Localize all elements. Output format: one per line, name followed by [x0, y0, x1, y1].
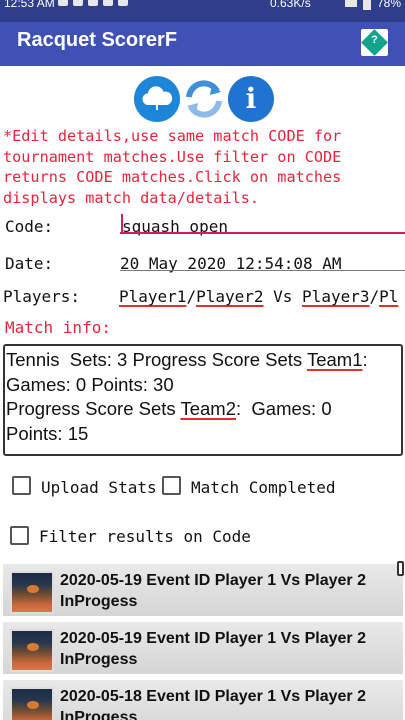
notification-icons [58, 0, 128, 6]
app-title: Racquet ScorerF [17, 29, 178, 51]
match-info-label: Match info: [5, 318, 111, 337]
notification-icon [118, 0, 128, 6]
cloud-upload-icon [142, 86, 173, 110]
network-speed: 0.63K/s [270, 0, 311, 10]
match-item-text: 2020-05-19 Event ID Player 1 Vs Player 2… [60, 571, 395, 612]
notification-icon [73, 0, 83, 6]
match-list[interactable]: 2020-05-19 Event ID Player 1 Vs Player 2… [0, 560, 405, 720]
match-thumbnail [10, 571, 54, 614]
player1-name: Player1 [119, 287, 187, 306]
notification-icon [103, 0, 113, 6]
status-time: 12:53 AM [4, 0, 55, 10]
match-thumbnail [10, 629, 54, 672]
match-completed-checkbox[interactable] [162, 476, 181, 495]
status-bar: 12:53 AM 0.63K/s 78% [0, 0, 405, 22]
player-separator: / [186, 287, 197, 306]
instructions-text: *Edit details,use same match CODE for to… [3, 127, 342, 207]
match-info-text: Progress Score Sets [6, 398, 181, 419]
filter-results-checkbox[interactable] [10, 526, 29, 545]
help-button[interactable]: ? [361, 29, 388, 56]
notification-icon [88, 0, 98, 6]
player2-name: Player2 [196, 287, 264, 306]
date-field-underline [120, 270, 405, 271]
vs-text: Vs [263, 287, 303, 306]
players-label: Players: [3, 287, 81, 306]
match-item-status: InProgess [60, 650, 138, 668]
date-label: Date: [5, 254, 54, 273]
sync-icon [186, 80, 222, 118]
match-item-title: 2020-05-19 Event ID Player 1 Vs Player 2 [60, 630, 366, 647]
notification-icon [58, 0, 68, 6]
list-scrollbar[interactable] [397, 561, 404, 576]
list-item[interactable]: 2020-05-18 Event ID Player 1 Vs Player 2… [3, 680, 403, 720]
signal-icon [344, 0, 357, 7]
players-field[interactable]: Player1/Player2 Vs Player3/Pl [119, 287, 398, 306]
match-info-line4: Points: 15 [6, 422, 89, 444]
match-item-title: 2020-05-19 Event ID Player 1 Vs Player 2 [60, 572, 366, 589]
list-item[interactable]: 2020-05-19 Event ID Player 1 Vs Player 2… [3, 622, 403, 674]
match-thumbnail [10, 687, 54, 720]
match-item-text: 2020-05-18 Event ID Player 1 Vs Player 2… [60, 687, 395, 720]
match-info-line2: Games: 0 Points: 30 [6, 373, 174, 395]
match-info-box[interactable]: Tennis Sets: 3 Progress Score Sets Team1… [3, 344, 403, 456]
player-separator: / [369, 287, 380, 306]
battery-icon [362, 0, 371, 10]
upload-stats-checkbox[interactable] [12, 476, 31, 495]
match-item-status: InProgess [60, 592, 138, 610]
cloud-upload-button[interactable] [134, 76, 180, 122]
match-item-title: 2020-05-18 Event ID Player 1 Vs Player 2 [60, 688, 366, 705]
text-cursor [121, 214, 123, 234]
match-info-line3: Progress Score Sets Team2: Games: 0 [6, 397, 401, 422]
battery-level: 78% [376, 0, 401, 10]
info-button[interactable]: i [228, 76, 274, 122]
match-info-text: Tennis Sets: 3 Progress Score Sets [6, 349, 307, 370]
team2-name: Team2 [180, 398, 236, 419]
match-completed-label: Match Completed [191, 478, 336, 497]
match-item-text: 2020-05-19 Event ID Player 1 Vs Player 2… [60, 629, 395, 670]
upload-stats-label: Upload Stats [41, 478, 157, 497]
sync-button[interactable] [181, 76, 227, 122]
team1-name: Team1 [306, 349, 363, 370]
code-label: Code: [5, 217, 54, 236]
list-item[interactable]: 2020-05-19 Event ID Player 1 Vs Player 2… [3, 564, 403, 616]
player3-name: Player3 [302, 287, 370, 306]
match-info-line1: Tennis Sets: 3 Progress Score Sets Team1… [6, 348, 401, 373]
player4-name: Pl [379, 287, 399, 306]
info-icon: i [245, 82, 257, 115]
match-info-text: : Games: 0 [236, 398, 332, 419]
match-info-text: : [362, 349, 368, 370]
code-input-underline [120, 232, 405, 234]
filter-results-label: Filter results on Code [39, 527, 251, 546]
match-item-status: InProgess [60, 708, 138, 720]
